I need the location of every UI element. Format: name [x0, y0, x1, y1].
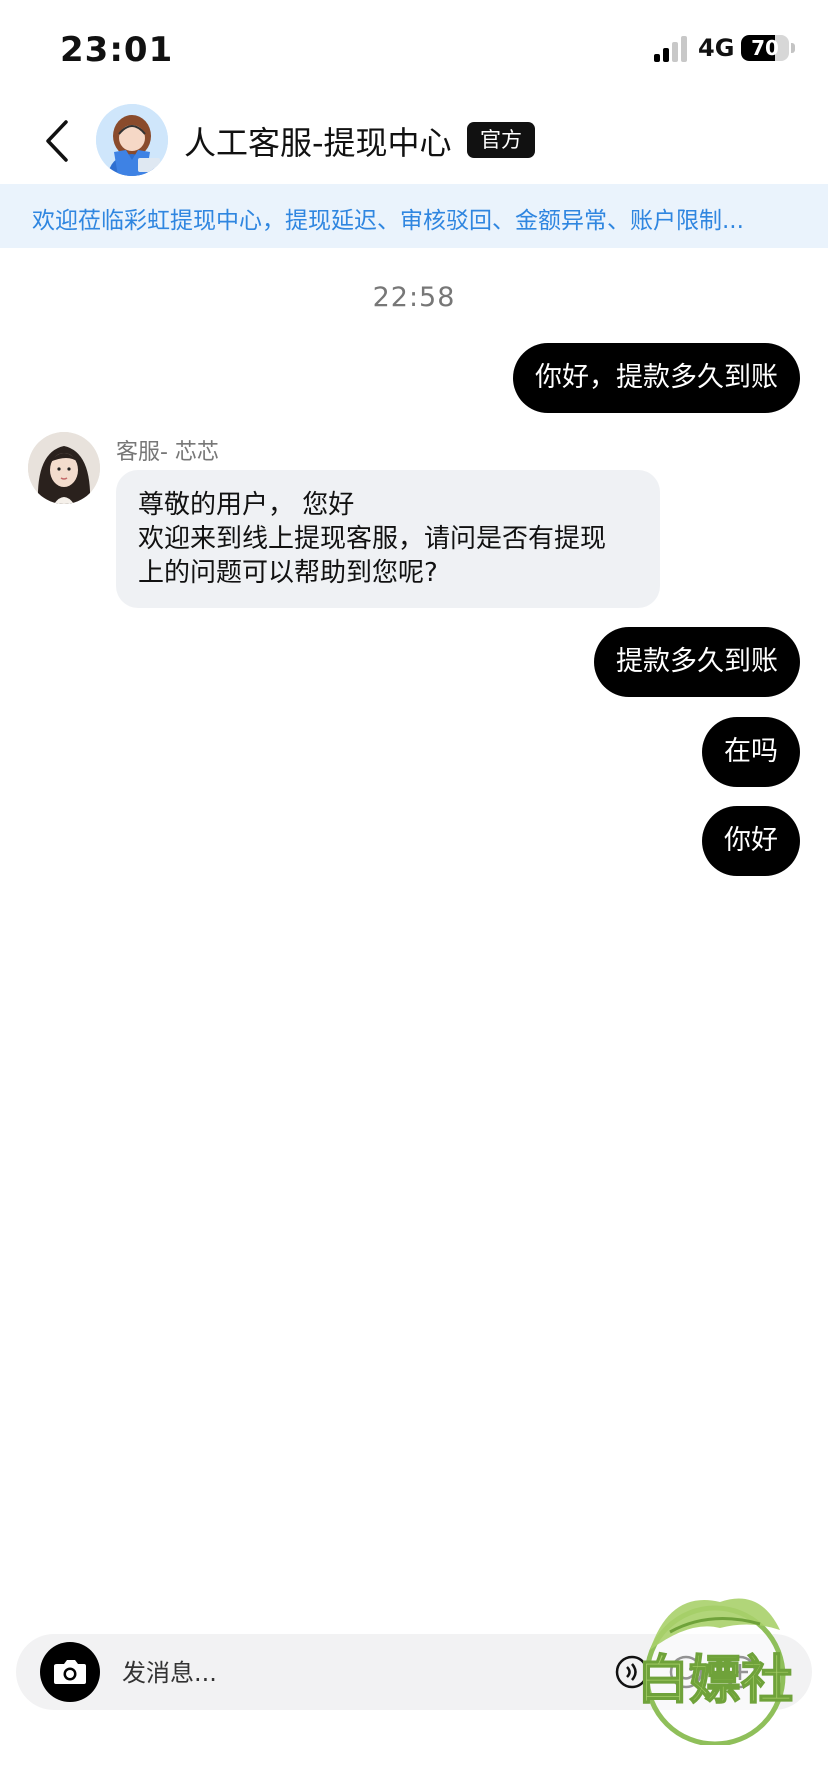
svg-text:白嫖社: 白嫖社 [637, 1651, 793, 1711]
notice-text: 欢迎莅临彩虹提现中心，提现延迟、审核驳回、金额异常、账户限制... [32, 208, 744, 234]
outgoing-message[interactable]: 在吗 [702, 717, 800, 787]
notice-banner[interactable]: 欢迎莅临彩虹提现中心，提现延迟、审核驳回、金额异常、账户限制... [0, 184, 828, 248]
chat-title: 人工客服-提现中心 [184, 124, 452, 162]
battery-level: 70 [751, 36, 779, 60]
camera-icon [54, 1660, 86, 1684]
chat-header: 人工客服-提现中心 官方 [0, 96, 828, 186]
incoming-message-line: 尊敬的用户， 您好 [138, 490, 355, 520]
agent-name: 客服- 芯芯 [116, 440, 219, 465]
agent-avatar[interactable] [28, 432, 100, 504]
signal-icon [654, 36, 687, 62]
outgoing-message[interactable]: 提款多久到账 [594, 627, 800, 697]
camera-button[interactable] [40, 1642, 100, 1702]
incoming-message-line: 欢迎来到线上提现客服，请问是否有提现 [138, 524, 607, 554]
service-avatar[interactable] [96, 104, 168, 176]
incoming-message[interactable]: 尊敬的用户， 您好 欢迎来到线上提现客服，请问是否有提现 上的问题可以帮助到您呢… [116, 470, 660, 608]
status-bar: 23:01 4G 70 [0, 0, 828, 96]
outgoing-message[interactable]: 你好 [702, 806, 800, 876]
message-input[interactable] [120, 1648, 584, 1698]
avatar-illustration-icon [96, 104, 168, 176]
watermark-logo: 白嫖社 [636, 1598, 794, 1745]
incoming-message-line: 上的问题可以帮助到您呢? [138, 558, 438, 588]
agent-photo-icon [28, 432, 100, 504]
battery-icon: 70 [741, 35, 789, 61]
network-type: 4G [698, 34, 735, 62]
back-arrow-icon[interactable] [38, 118, 78, 164]
message-timestamp: 22:58 [372, 282, 456, 313]
battery-tip [791, 43, 795, 53]
official-badge: 官方 [467, 122, 535, 158]
outgoing-message[interactable]: 你好，提款多久到账 [513, 343, 800, 413]
status-time: 23:01 [60, 30, 174, 70]
